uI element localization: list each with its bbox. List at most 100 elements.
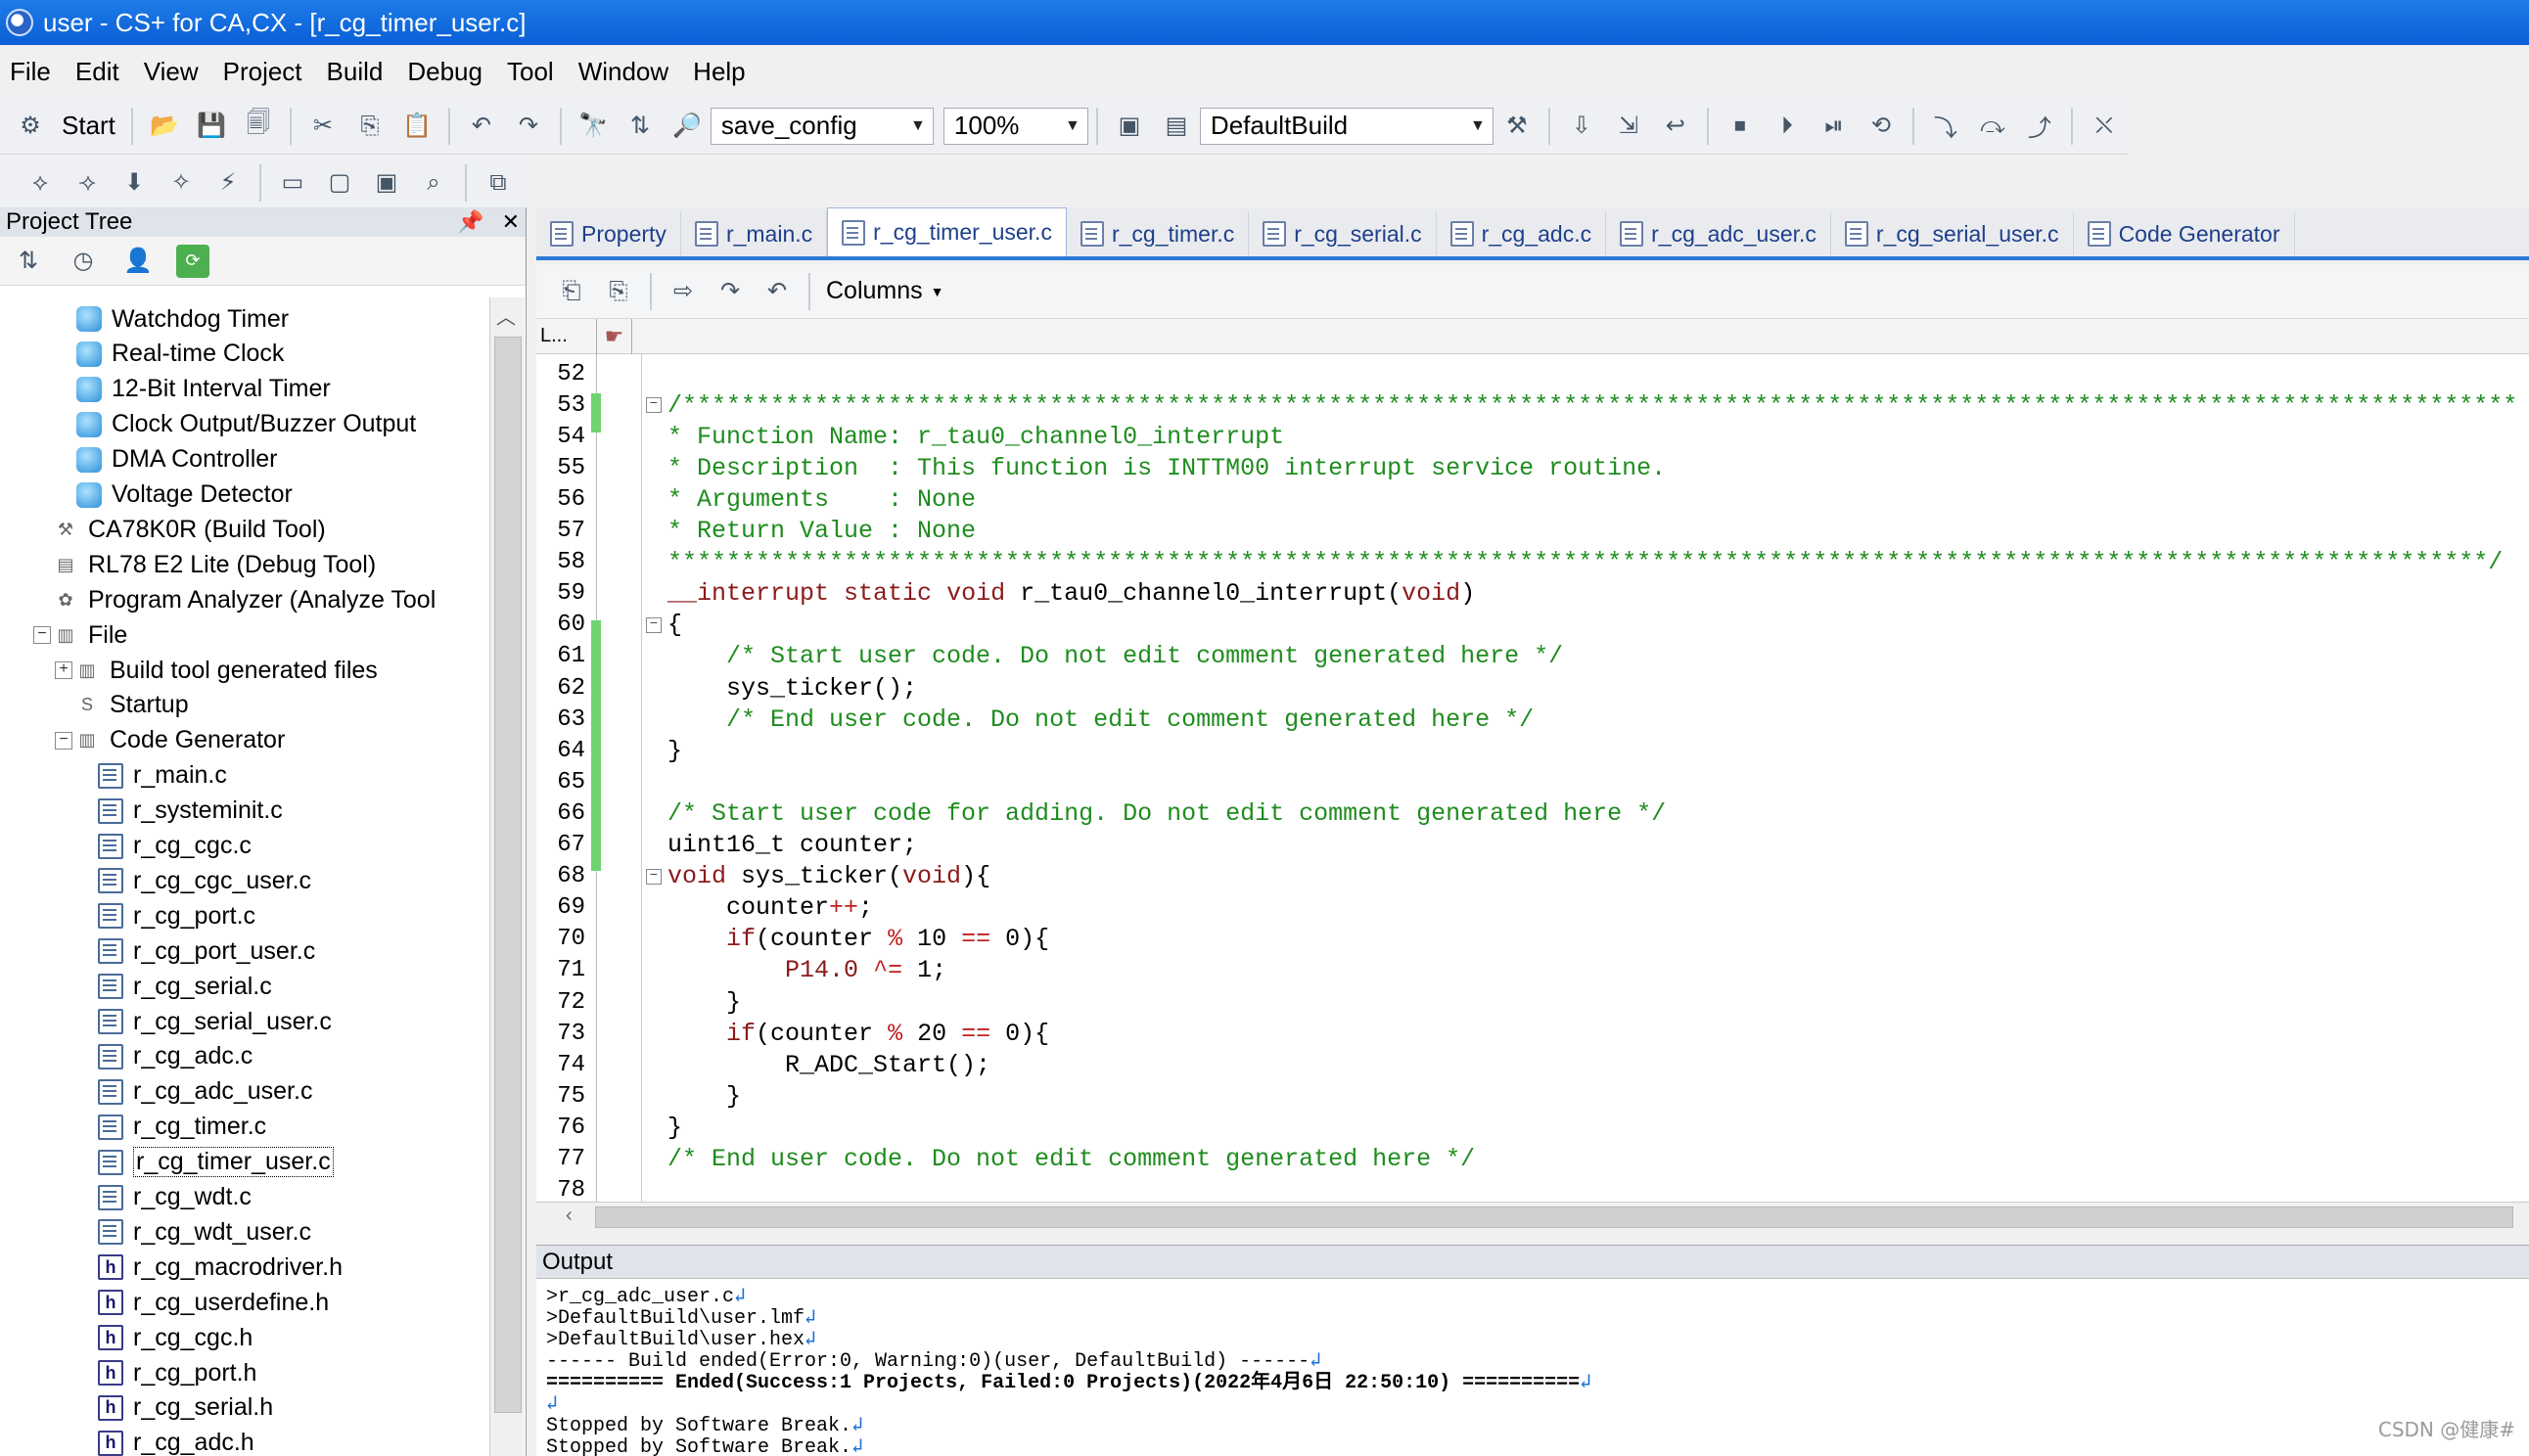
- chevron-left-icon[interactable]: ‹: [566, 1205, 573, 1227]
- pin-icon[interactable]: 📌: [457, 209, 483, 235]
- balloon-search-icon[interactable]: ⌕: [417, 166, 450, 200]
- build-tool-icon[interactable]: ⚒: [1500, 110, 1534, 143]
- editor-horizontal-scrollbar[interactable]: ‹: [536, 1202, 2529, 1231]
- tree-scroll-thumb[interactable]: [494, 337, 522, 1413]
- code-line[interactable]: 75 }: [536, 1080, 741, 1112]
- tree-item[interactable]: h r_cg_macrodriver.h: [98, 1250, 343, 1285]
- save-icon[interactable]: 💾: [195, 110, 228, 143]
- tree-item[interactable]: S Startup: [74, 688, 189, 723]
- tree-item[interactable]: h r_cg_adc.h: [98, 1426, 254, 1456]
- code-line[interactable]: 70 if(counter % 10 == 0){: [536, 924, 1049, 955]
- zoom-combo[interactable]: 100% ▼: [943, 107, 1088, 145]
- window-icon[interactable]: ▭: [276, 166, 309, 200]
- tree-scrollbar[interactable]: ︿: [489, 297, 525, 1456]
- code-line[interactable]: 68 − void sys_ticker(void){: [536, 861, 990, 892]
- panels-icon[interactable]: ⧉: [482, 166, 515, 200]
- tree-item[interactable]: h r_cg_cgc.h: [98, 1320, 253, 1355]
- refresh-icon[interactable]: ⟳: [176, 244, 209, 278]
- disconnect-tool-icon[interactable]: ⟢: [70, 166, 104, 200]
- code-line[interactable]: 54 * Function Name: r_tau0_channel0_inter…: [536, 421, 1284, 452]
- code-line[interactable]: 57 * Return Value : None: [536, 516, 976, 547]
- code-line[interactable]: 72 }: [536, 986, 741, 1018]
- menu-build[interactable]: Build: [325, 53, 386, 91]
- code-line[interactable]: 58 **************************************…: [536, 547, 2503, 578]
- balloon-icon[interactable]: ▢: [323, 166, 356, 200]
- tree-item[interactable]: + ▥ Build tool generated files: [55, 653, 378, 688]
- sort-icon[interactable]: ⇅: [12, 245, 45, 278]
- tree-item[interactable]: h r_cg_serial.h: [98, 1390, 273, 1426]
- code-line[interactable]: 77 /* End user code. Do not edit comment …: [536, 1144, 1475, 1175]
- chevron-down-icon[interactable]: ▼: [903, 109, 933, 144]
- code-line[interactable]: 69 counter++;: [536, 892, 873, 924]
- chevron-up-icon[interactable]: ︿: [496, 301, 516, 330]
- code-line[interactable]: 59 __interrupt static void r_tau0_channel…: [536, 578, 1475, 610]
- code-editor[interactable]: 52 53−/**********************************…: [536, 354, 2529, 1202]
- arrow-right-icon[interactable]: ⇨: [667, 275, 700, 308]
- columns-menu[interactable]: Columns: [826, 277, 923, 305]
- start-icon[interactable]: ⚙: [14, 110, 47, 143]
- tree-item[interactable]: r_systeminit.c: [98, 794, 283, 829]
- tree-item[interactable]: r_cg_cgc.c: [98, 829, 252, 864]
- balloon-next-icon[interactable]: ▣: [370, 166, 403, 200]
- code-line[interactable]: 78: [536, 1175, 591, 1202]
- menu-debug[interactable]: Debug: [405, 53, 484, 91]
- menu-help[interactable]: Help: [691, 53, 747, 91]
- code-line[interactable]: 61 /* Start user code. Do not edit comme…: [536, 641, 1563, 672]
- download-file-icon[interactable]: ⇲: [1612, 110, 1645, 143]
- paste-icon[interactable]: 📋: [400, 110, 434, 143]
- disconnect-icon[interactable]: ⛌: [2088, 110, 2121, 143]
- menu-edit[interactable]: Edit: [73, 53, 121, 91]
- hand-icon[interactable]: ☛: [597, 318, 632, 354]
- tree-item[interactable]: h r_cg_port.h: [98, 1355, 256, 1390]
- build-project-icon[interactable]: ▣: [1113, 110, 1146, 143]
- rebuild-project-icon[interactable]: ▤: [1160, 110, 1193, 143]
- tree-item[interactable]: r_cg_port.c: [98, 898, 255, 933]
- tree-item[interactable]: r_cg_adc.c: [98, 1039, 253, 1074]
- menu-window[interactable]: Window: [576, 53, 670, 91]
- tab-property[interactable]: Property: [536, 211, 681, 256]
- restart-icon[interactable]: ⟲: [1864, 110, 1898, 143]
- tree-item[interactable]: Voltage Detector: [76, 478, 293, 513]
- line-number-header[interactable]: L...: [536, 318, 597, 354]
- output-log[interactable]: >r_cg_adc_user.c↲ >DefaultBuild\user.lmf↲…: [546, 1287, 1591, 1456]
- download-icon[interactable]: ⇩: [1565, 110, 1598, 143]
- menu-view[interactable]: View: [142, 53, 201, 91]
- code-line[interactable]: 64}: [536, 735, 682, 766]
- fold-toggle-icon[interactable]: −: [646, 397, 662, 414]
- undo-icon[interactable]: ↶: [465, 110, 498, 143]
- menu-tool[interactable]: Tool: [505, 53, 556, 91]
- tab-r-main-c[interactable]: r_main.c: [681, 211, 828, 256]
- start-button[interactable]: Start: [62, 111, 115, 141]
- code-line[interactable]: 52: [536, 358, 591, 389]
- tree-item[interactable]: r_cg_serial_user.c: [98, 1004, 332, 1039]
- code-line[interactable]: 73 if(counter % 20 == 0){: [536, 1018, 1049, 1049]
- tree-item[interactable]: r_cg_wdt_user.c: [98, 1214, 311, 1250]
- code-line[interactable]: 76}: [536, 1112, 682, 1143]
- fold-toggle-icon[interactable]: −: [646, 616, 662, 633]
- tab-r-cg-timer-c[interactable]: r_cg_timer.c: [1067, 211, 1250, 256]
- tab-r-cg-adc-c[interactable]: r_cg_adc.c: [1437, 211, 1607, 256]
- go-icon[interactable]: ⏵: [1770, 110, 1804, 143]
- build-mode-combo[interactable]: DefaultBuild ▼: [1199, 107, 1494, 145]
- open-icon[interactable]: 📂: [148, 110, 181, 143]
- tree-item[interactable]: ⚒ CA78K0R (Build Tool): [53, 512, 326, 547]
- tab-code-generator[interactable]: Code Generator: [2074, 211, 2295, 256]
- tree-item[interactable]: r_cg_port_user.c: [98, 933, 315, 969]
- program-icon[interactable]: ⚡: [211, 166, 245, 200]
- redo-icon[interactable]: ↷: [713, 275, 747, 308]
- return-out-icon[interactable]: ⤴: [2023, 110, 2056, 143]
- tree-item[interactable]: r_cg_timer.c: [98, 1110, 266, 1145]
- tab-r-cg-serial-user-c[interactable]: r_cg_serial_user.c: [1831, 211, 2074, 256]
- code-line[interactable]: 63 /* End user code. Do not edit comment…: [536, 704, 1534, 735]
- tree-item[interactable]: Clock Output/Buzzer Output: [76, 407, 416, 442]
- code-line[interactable]: 67 uint16_t counter;: [536, 830, 917, 861]
- tree-item[interactable]: r_cg_cgc_user.c: [98, 863, 311, 898]
- close-icon[interactable]: ✕: [502, 209, 520, 235]
- tree-item[interactable]: r_cg_timer_user.c: [98, 1145, 334, 1180]
- chevron-down-icon[interactable]: ▼: [931, 284, 944, 299]
- tree-item[interactable]: r_cg_adc_user.c: [98, 1074, 312, 1110]
- collapse-icon[interactable]: −: [55, 731, 72, 750]
- user-icon[interactable]: 👤: [121, 245, 155, 278]
- chevron-down-icon[interactable]: ▼: [1058, 109, 1087, 144]
- code-line[interactable]: 53 −/************************************…: [536, 389, 2517, 421]
